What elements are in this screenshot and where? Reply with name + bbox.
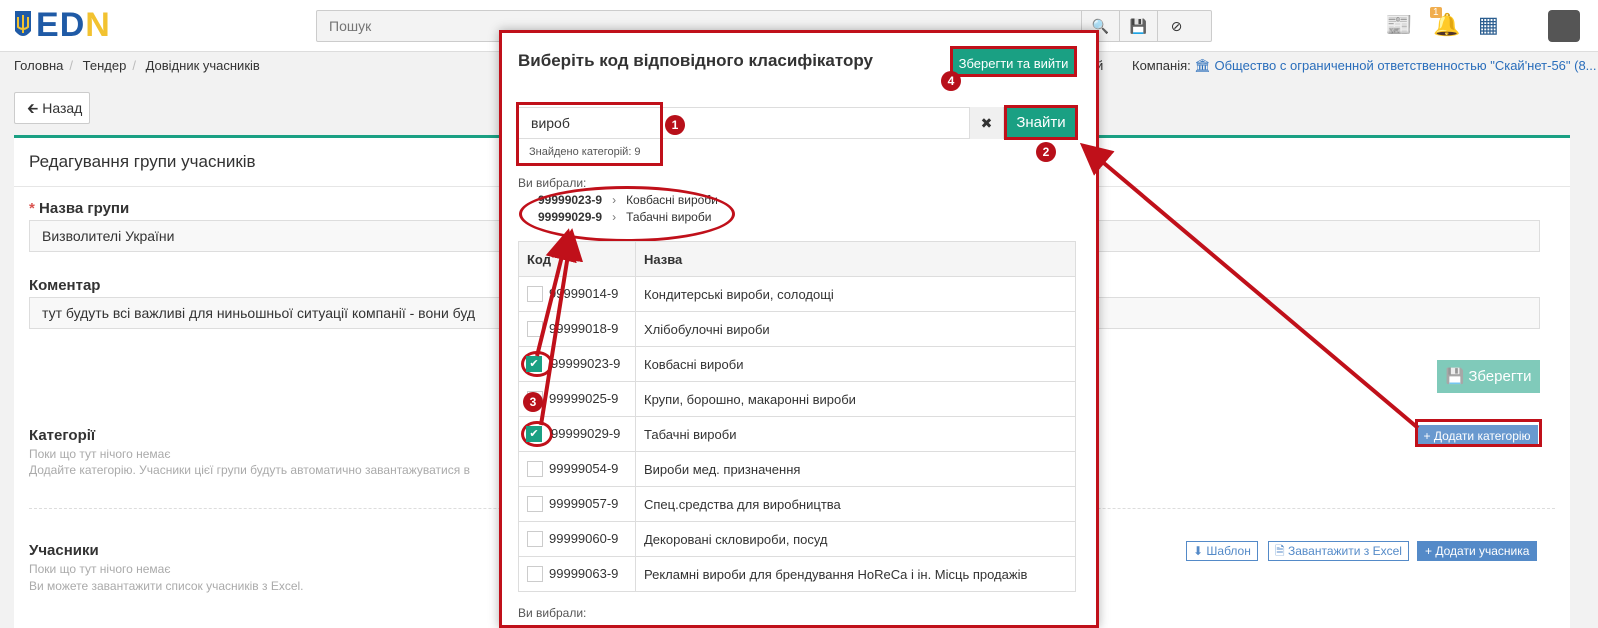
- code-cell: 99999054-9: [518, 451, 636, 487]
- participants-label: Учасники: [29, 542, 99, 559]
- ban-icon: ⊘: [1170, 17, 1183, 34]
- template-button[interactable]: ⬇ Шаблон: [1186, 541, 1258, 561]
- annotation-number: 1: [665, 115, 685, 135]
- annotation-ellipse: [519, 186, 735, 242]
- download-icon: ⬇: [1193, 544, 1204, 558]
- checkbox[interactable]: [527, 461, 543, 478]
- checkbox[interactable]: [527, 566, 543, 583]
- annotation-circle: ✔: [521, 350, 553, 378]
- floppy-icon: 💾: [1129, 17, 1148, 34]
- table-row[interactable]: 99999054-9 Вироби мед. призначення: [518, 451, 1076, 487]
- breadcrumb-participants[interactable]: Довідник учасників: [146, 58, 260, 73]
- classifier-modal: Виберіть код відповідного класифікатору …: [499, 30, 1099, 628]
- annotation-number: 3: [523, 392, 543, 412]
- chosen-label-bottom: Ви вибрали:: [518, 606, 587, 620]
- clear-search-button[interactable]: ⊘: [1157, 11, 1195, 41]
- table-row[interactable]: ✔ 99999023-9 Ковбасні вироби: [518, 346, 1076, 382]
- name-cell: Ковбасні вироби: [635, 346, 1076, 382]
- clear-icon[interactable]: ✖: [969, 107, 1003, 139]
- table-row[interactable]: 99999063-9 Рекламні вироби для брендуван…: [518, 556, 1076, 592]
- col-code: Код: [518, 241, 636, 277]
- logo-letter-d: D: [59, 6, 86, 44]
- save-and-exit-button[interactable]: Зберегти та вийти: [950, 46, 1077, 77]
- name-cell: Крупи, борошно, макаронні вироби: [635, 381, 1076, 417]
- participants-empty: Поки що тут нічого немає: [29, 562, 171, 576]
- col-name: Назва: [635, 241, 1076, 277]
- newspaper-icon[interactable]: 📰: [1385, 12, 1412, 38]
- arrow-left-icon: 🡰: [27, 100, 39, 116]
- plus-icon: +: [1425, 544, 1433, 558]
- classifier-table: Код Назва 99999014-9 Кондитерські вироби…: [518, 241, 1076, 592]
- logo-letter-n: N: [85, 6, 111, 44]
- name-cell: Кондитерські вироби, солодощі: [635, 276, 1076, 312]
- name-cell: Вироби мед. призначення: [635, 451, 1076, 487]
- logo[interactable]: EDN: [13, 8, 111, 42]
- company-link[interactable]: 🏛 Общество с ограниченной ответственност…: [1194, 58, 1596, 73]
- panel-title: Редагування групи учасників: [29, 152, 256, 171]
- name-cell: Рекламні вироби для брендування HoReCa і…: [635, 556, 1076, 592]
- avatar[interactable]: [1548, 10, 1580, 42]
- company-info: Компанія: 🏛 Общество с ограниченной отве…: [1132, 58, 1597, 74]
- code-cell: 99999014-9: [518, 276, 636, 312]
- bell-icon[interactable]: 🔔: [1433, 12, 1460, 38]
- name-cell: Хлібобулочні вироби: [635, 311, 1076, 347]
- annotation-box-add-category: [1415, 419, 1542, 447]
- table-row[interactable]: 99999014-9 Кондитерські вироби, солодощі: [518, 276, 1076, 312]
- checkbox[interactable]: [527, 321, 543, 338]
- checkbox[interactable]: ✔: [526, 426, 542, 443]
- save-search-button[interactable]: 💾: [1119, 11, 1157, 41]
- checkbox[interactable]: [527, 286, 543, 303]
- chosen-label: Ви вибрали:: [518, 176, 587, 190]
- categories-empty: Поки що тут нічого немає: [29, 447, 171, 461]
- name-cell: Спец.средства для виробництва: [635, 486, 1076, 522]
- annotation-circle: ✔: [521, 420, 553, 448]
- name-cell: Табачні вироби: [635, 416, 1076, 452]
- checkbox[interactable]: ✔: [526, 356, 542, 373]
- checkbox[interactable]: [527, 531, 543, 548]
- code-cell: ✔ 99999029-9: [518, 416, 636, 452]
- code-cell: 99999057-9: [518, 486, 636, 522]
- file-icon: 🗎: [1275, 544, 1285, 558]
- modal-title: Виберіть код відповідного класифікатору: [518, 51, 873, 70]
- table-row[interactable]: 99999060-9 Декоровані скловироби, посуд: [518, 521, 1076, 557]
- table-row[interactable]: 99999018-9 Хлібобулочні вироби: [518, 311, 1076, 347]
- code-cell: ✔ 99999023-9: [518, 346, 636, 382]
- group-name-label: * Назва групи: [29, 200, 130, 217]
- logo-letter-e: E: [36, 6, 60, 44]
- company-name: Общество с ограниченной ответственностью…: [1214, 58, 1597, 73]
- upload-excel-button[interactable]: 🗎 Завантажити з Excel: [1268, 541, 1409, 561]
- breadcrumb: Головна / Тендер / Довідник учасників: [14, 58, 260, 73]
- comment-label: Коментар: [29, 277, 101, 294]
- categories-label: Категорії: [29, 427, 96, 444]
- find-button[interactable]: Знайти: [1004, 105, 1078, 140]
- back-label: Назад: [42, 100, 83, 116]
- checkbox[interactable]: [527, 496, 543, 513]
- code-cell: 99999060-9: [518, 521, 636, 557]
- back-button[interactable]: 🡰 Назад: [14, 92, 90, 124]
- floppy-icon: 💾: [1445, 368, 1465, 385]
- table-row[interactable]: 99999025-9 Крупи, борошно, макаронні вир…: [518, 381, 1076, 417]
- code-cell: 99999063-9: [518, 556, 636, 592]
- annotation-number: 2: [1036, 142, 1056, 162]
- breadcrumb-tender[interactable]: Тендер: [83, 58, 127, 73]
- apps-grid-icon[interactable]: ▦: [1478, 12, 1499, 38]
- trident-icon: [15, 11, 31, 36]
- annotation-number: 4: [941, 71, 961, 91]
- name-cell: Декоровані скловироби, посуд: [635, 521, 1076, 557]
- save-button[interactable]: 💾 Зберегти: [1437, 360, 1540, 393]
- breadcrumb-home[interactable]: Головна: [14, 58, 63, 73]
- table-row[interactable]: ✔ 99999029-9 Табачні вироби: [518, 416, 1076, 452]
- add-participant-button[interactable]: + Додати учасника: [1417, 541, 1538, 561]
- participants-hint: Ви можете завантажити список учасників з…: [29, 579, 304, 593]
- company-label: Компанія:: [1132, 58, 1191, 73]
- annotation-box-search: [516, 102, 663, 166]
- code-cell: 99999018-9: [518, 311, 636, 347]
- categories-hint: Додайте категорію. Учасники цієї групи б…: [29, 463, 470, 477]
- bank-icon: 🏛: [1194, 58, 1211, 73]
- table-row[interactable]: 99999057-9 Спец.средства для виробництва: [518, 486, 1076, 522]
